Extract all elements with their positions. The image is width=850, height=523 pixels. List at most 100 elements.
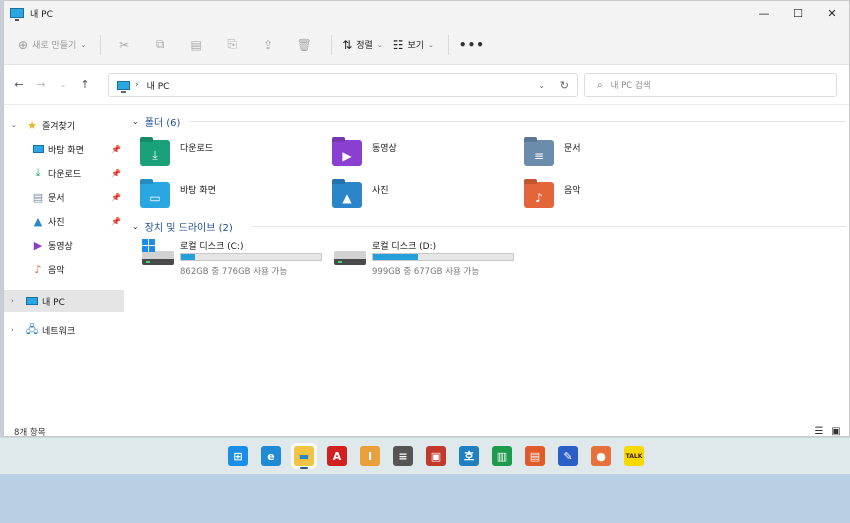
sidebar-item-network[interactable]: › 🖧 네트워크 xyxy=(4,319,124,341)
details-view-icon[interactable]: ☰ xyxy=(812,425,826,437)
view-button[interactable]: ☷ 보기 ⌄ xyxy=(393,38,434,52)
group-title: 장치 및 드라이브 (2) xyxy=(144,223,233,234)
content-pane: ⌄ 폴더 (6) ⤓ 다운로드 ▶ 동영상 ≡ 문서 ▭ 바탕 화면 ▲ 사진 … xyxy=(128,105,848,425)
chevron-down-icon[interactable]: ⌄ xyxy=(132,117,139,126)
close-button[interactable]: ✕ xyxy=(815,1,849,25)
chevron-right-icon[interactable]: › xyxy=(11,326,14,334)
address-bar[interactable]: › 내 PC ⌄ ↻ xyxy=(108,73,578,97)
tiles-view-icon[interactable]: ▣ xyxy=(829,425,843,437)
this-pc-icon xyxy=(10,8,24,21)
desktop-folder-icon: ▭ xyxy=(140,182,170,208)
more-options-button[interactable]: ••• xyxy=(459,38,485,52)
taskbar-kakaotalk-button[interactable]: TALK xyxy=(621,443,647,469)
clipboard-icon: ▤ xyxy=(190,37,202,52)
back-arrow-icon[interactable]: ← xyxy=(8,78,30,91)
folders-group-header[interactable]: ⌄ 폴더 (6) xyxy=(132,114,180,129)
kakaotalk-icon: TALK xyxy=(624,446,644,466)
rename-button[interactable]: ⎘ xyxy=(219,32,245,58)
taskbar-hancell-button[interactable]: ▥ xyxy=(489,443,515,469)
taskbar-acrobat-button[interactable]: A xyxy=(324,443,350,469)
minimize-button[interactable]: — xyxy=(747,1,781,25)
sidebar-item-desktop[interactable]: 바탕 화면 📌 xyxy=(4,138,124,160)
sidebar-item-documents[interactable]: ▤ 문서 📌 xyxy=(4,186,124,208)
cut-button[interactable]: ✂ xyxy=(111,32,137,58)
drive-usage-fill xyxy=(373,254,418,260)
folder-documents[interactable]: ≡ 문서 xyxy=(524,138,704,168)
start-icon: ⊞ xyxy=(228,446,248,466)
new-button[interactable]: ⊕ 새로 만들기 ⌄ xyxy=(18,38,86,52)
taskbar-image-viewer-button[interactable]: ▣ xyxy=(423,443,449,469)
sort-label: 정렬 xyxy=(356,41,373,51)
sidebar-item-videos[interactable]: ▶ 동영상 xyxy=(4,234,124,256)
divider xyxy=(190,121,846,122)
music-folder-icon: ♪ xyxy=(524,182,554,208)
sidebar-item-music[interactable]: ♪ 음악 xyxy=(4,258,124,280)
address-history-chevron-icon[interactable]: ⌄ xyxy=(538,81,545,90)
view-label: 보기 xyxy=(407,41,425,51)
scissors-icon: ✂ xyxy=(119,37,130,52)
folder-pictures[interactable]: ▲ 사진 xyxy=(332,180,512,210)
search-box[interactable]: ⌕ 내 PC 검색 xyxy=(584,73,837,97)
chevron-down-icon[interactable]: ⌄ xyxy=(132,222,139,231)
trash-icon: 🗑 xyxy=(296,37,312,52)
taskbar-start-button[interactable]: ⊞ xyxy=(225,443,251,469)
folder-downloads[interactable]: ⤓ 다운로드 xyxy=(140,138,320,168)
taskbar-edge-button[interactable]: e xyxy=(258,443,284,469)
folder-music[interactable]: ♪ 음악 xyxy=(524,180,704,210)
file-explorer-window: 내 PC — ☐ ✕ ⊕ 새로 만들기 ⌄ ✂ ⧉ ▤ ⎘ ⇪ 🗑 ⇅ 정렬 ⌄… xyxy=(3,0,850,437)
sidebar-label: 다운로드 xyxy=(48,169,82,180)
pin-icon[interactable]: 📌 xyxy=(111,193,121,202)
delete-button[interactable]: 🗑 xyxy=(291,32,317,58)
divider xyxy=(447,34,449,55)
pin-icon[interactable]: 📌 xyxy=(111,169,121,178)
download-icon: ⤓ xyxy=(35,166,41,179)
taskbar-voice-recorder-button[interactable]: ● xyxy=(588,443,614,469)
share-button[interactable]: ⇪ xyxy=(255,32,281,58)
sidebar-item-downloads[interactable]: ⤓ 다운로드 📌 xyxy=(4,162,124,184)
folder-label: 바탕 화면 xyxy=(180,185,216,196)
taskbar-hanword-button[interactable]: ✎ xyxy=(555,443,581,469)
search-icon: ⌕ xyxy=(597,79,603,91)
hwp-icon: I xyxy=(360,446,380,466)
taskbar-hangul-button[interactable]: 호 xyxy=(456,443,482,469)
taskbar-hanshow-button[interactable]: ▤ xyxy=(522,443,548,469)
sort-icon: ⇅ xyxy=(342,37,353,52)
this-pc-icon xyxy=(117,80,130,93)
title-bar: 내 PC — ☐ ✕ xyxy=(4,1,849,25)
breadcrumb-this-pc[interactable]: 내 PC xyxy=(147,79,170,92)
sidebar-item-this-pc[interactable]: › 내 PC xyxy=(4,290,124,312)
paste-button[interactable]: ▤ xyxy=(183,32,209,58)
pin-icon[interactable]: 📌 xyxy=(111,217,121,226)
drive-d[interactable]: 로컬 디스크 (D:) 999GB 중 677GB 사용 가능 xyxy=(334,239,524,279)
folder-label: 문서 xyxy=(564,143,581,154)
forward-arrow-icon[interactable]: → xyxy=(30,78,52,91)
taskbar-file-explorer-button[interactable]: ▬ xyxy=(291,443,317,469)
pin-icon[interactable]: 📌 xyxy=(111,145,121,154)
chevron-right-icon[interactable]: › xyxy=(11,297,14,305)
desktop-icon xyxy=(32,143,44,155)
taskbar-archive-button[interactable]: ≡ xyxy=(390,443,416,469)
folder-videos[interactable]: ▶ 동영상 xyxy=(332,138,512,168)
sidebar-label: 즐겨찾기 xyxy=(42,121,76,132)
navigation-pane: ⌄ ★ 즐겨찾기 바탕 화면 📌 ⤓ 다운로드 📌 ▤ 문서 📌 ▲ 사진 📌 … xyxy=(4,105,124,425)
refresh-icon[interactable]: ↻ xyxy=(560,79,569,92)
edge-icon: e xyxy=(261,446,281,466)
drive-free-space: 999GB 중 677GB 사용 가능 xyxy=(372,267,480,277)
taskbar-hwp-button[interactable]: I xyxy=(357,443,383,469)
chevron-right-icon[interactable]: › xyxy=(135,80,139,90)
maximize-button[interactable]: ☐ xyxy=(781,1,815,25)
sidebar-label: 음악 xyxy=(48,265,65,276)
window-controls: — ☐ ✕ xyxy=(747,1,849,25)
sort-button[interactable]: ⇅ 정렬 ⌄ xyxy=(342,38,383,52)
drives-group-header[interactable]: ⌄ 장치 및 드라이브 (2) xyxy=(132,219,233,234)
recent-locations-icon[interactable]: ⌄ xyxy=(52,80,74,89)
drive-c[interactable]: 로컬 디스크 (C:) 862GB 중 776GB 사용 가능 xyxy=(142,239,332,279)
folder-desktop[interactable]: ▭ 바탕 화면 xyxy=(140,180,320,210)
star-icon: ★ xyxy=(27,118,37,132)
sidebar-item-pictures[interactable]: ▲ 사진 📌 xyxy=(4,210,124,232)
drive-free-space: 862GB 중 776GB 사용 가능 xyxy=(180,267,288,277)
chevron-down-icon[interactable]: ⌄ xyxy=(11,121,17,129)
copy-button[interactable]: ⧉ xyxy=(147,32,173,58)
up-arrow-icon[interactable]: ↑ xyxy=(74,78,96,91)
sidebar-item-favorites[interactable]: ⌄ ★ 즐겨찾기 xyxy=(4,114,124,136)
